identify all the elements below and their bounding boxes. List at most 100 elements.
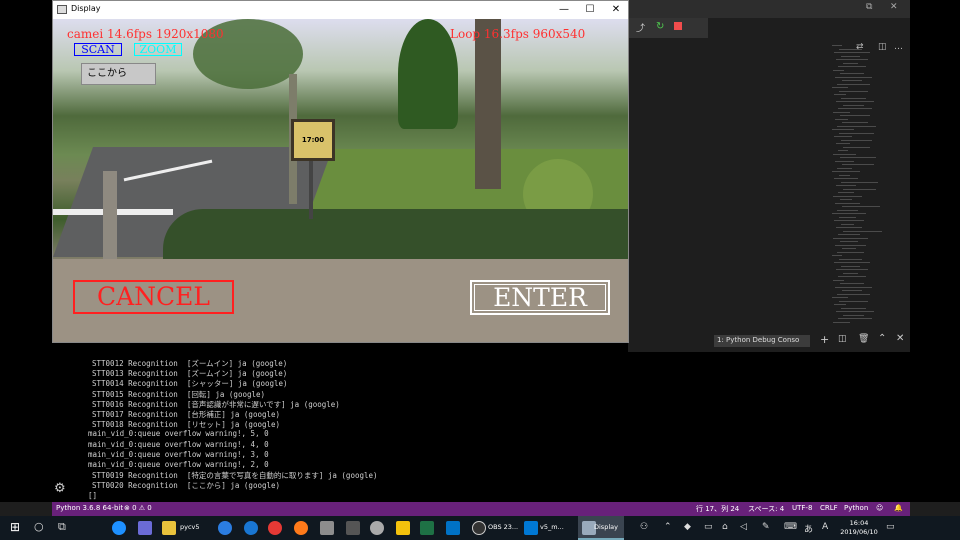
minimap-line (838, 150, 848, 151)
app-icon[interactable] (396, 521, 410, 535)
tree-trunk (475, 19, 501, 189)
minimap-line (839, 300, 868, 302)
restore-icon[interactable]: ⧉ (866, 2, 872, 12)
clock-date: 2019/06/10 (840, 528, 878, 536)
cursor-position[interactable]: 行 17、列 24 (696, 504, 739, 514)
kokokara-button[interactable]: ここから (81, 63, 156, 85)
vscode-icon[interactable] (524, 521, 538, 535)
enter-button[interactable]: ENTER (470, 280, 610, 315)
indentation[interactable]: スペース: 4 (748, 504, 784, 514)
people-icon[interactable]: ⚇ (640, 522, 648, 532)
terminal-line: STT0020 Recognition [ここから] ja (google) (92, 481, 281, 491)
terminal-line: [] (88, 490, 98, 500)
taskbar-obs[interactable]: OBS 23... (488, 523, 518, 531)
zoom-button[interactable]: ZOOM (134, 43, 182, 56)
problems-indicator[interactable]: ⊗ 0 ⚠ 0 (124, 504, 152, 512)
network-icon[interactable]: ⌂ (722, 522, 728, 532)
folder-icon[interactable] (162, 521, 176, 535)
camera-view[interactable]: 17:00 camei 14.6fps 1920x1080 Loop 16.3f… (53, 19, 628, 342)
minimap-line (841, 307, 866, 309)
edge-icon[interactable] (244, 521, 258, 535)
display-window: Display — ☐ ✕ 17:00 camei 14.6fps 1920x1… (52, 0, 629, 343)
minimap-line (837, 293, 870, 295)
minimap-line (836, 59, 868, 60)
smiley-icon[interactable]: ☺ (876, 504, 883, 512)
panel-header: 1: Python Debug Conso + ◫ 🗑 ⌃ ✕ (628, 330, 910, 352)
step-out-icon[interactable]: ⤴ (636, 21, 645, 34)
minimap-line (833, 321, 850, 323)
close-button[interactable]: ✕ (603, 2, 629, 18)
minimize-button[interactable]: — (551, 2, 577, 18)
keyboard-icon[interactable]: ⌨ (784, 522, 797, 532)
app-icon[interactable] (320, 521, 334, 535)
ime-mode-icon[interactable]: A (822, 522, 828, 532)
terminal-line: main_vid_0:queue overflow warning!, 4, 0 (88, 439, 269, 449)
excel-icon[interactable] (420, 521, 434, 535)
display-titlebar[interactable]: Display — ☐ ✕ (53, 1, 628, 19)
bell-icon[interactable]: 🔔 (894, 504, 903, 512)
language-mode[interactable]: Python (844, 504, 868, 512)
scan-button[interactable]: SCAN (74, 43, 122, 56)
minimap-line (843, 314, 864, 316)
tree (398, 19, 458, 129)
minimap-line (842, 164, 874, 165)
maximize-button[interactable]: ☐ (577, 2, 603, 18)
pen-icon[interactable]: ✎ (762, 522, 770, 532)
taskbar-display-active[interactable]: Display (578, 516, 624, 540)
debug-toolbar: ⤴ ↻ (628, 18, 708, 38)
battery-icon[interactable]: ▭ (704, 522, 713, 532)
minimap-line (841, 55, 860, 57)
ie-icon[interactable] (218, 521, 232, 535)
cancel-button[interactable]: CANCEL (73, 280, 234, 314)
task-view-icon[interactable]: ⧉ (58, 520, 66, 534)
taskbar-vscode[interactable]: v5_m... (540, 523, 564, 531)
sign-time: 17:00 (301, 136, 325, 144)
activity-bar (0, 0, 52, 502)
restart-icon[interactable]: ↻ (656, 21, 664, 32)
app-icon[interactable] (346, 521, 360, 535)
app-icon[interactable] (138, 521, 152, 535)
terminal-select[interactable]: 1: Python Debug Conso (714, 335, 810, 347)
minimap-line (837, 167, 852, 169)
trash-icon[interactable]: 🗑 (858, 334, 869, 344)
stop-icon[interactable] (674, 22, 682, 30)
terminal-panel[interactable]: STT0012 Recognition [ズームイン] ja (google) S… (52, 343, 910, 502)
app-icon[interactable] (370, 521, 384, 535)
minimap-line (838, 192, 854, 193)
dropbox-icon[interactable]: ◆ (684, 522, 691, 532)
minimap-line (843, 188, 876, 190)
minimap-line (842, 248, 856, 249)
minimap-line (838, 66, 866, 67)
encoding[interactable]: UTF-8 (792, 504, 812, 512)
taskbar-display: Display (594, 523, 618, 531)
minimap-line (837, 125, 876, 127)
chevron-up-icon[interactable]: ⌃ (878, 333, 886, 344)
ime-icon[interactable]: あ (804, 522, 813, 535)
obs-icon[interactable] (472, 521, 486, 535)
skype-icon[interactable] (112, 521, 126, 535)
chevron-up-icon[interactable]: ⌃ (664, 522, 672, 532)
windows-start-icon[interactable]: ⊞ (10, 520, 20, 534)
minimap-line (841, 265, 860, 267)
minimap-line (839, 48, 862, 50)
minimap-line (832, 297, 848, 298)
minimap-line (840, 199, 852, 200)
minimap[interactable] (826, 45, 904, 330)
app-icon[interactable] (446, 521, 460, 535)
cortana-icon[interactable]: ○ (34, 520, 44, 533)
volume-icon[interactable]: ◁ (740, 522, 747, 532)
split-terminal-icon[interactable]: ◫ (838, 334, 847, 344)
close-icon[interactable]: ✕ (890, 2, 898, 12)
chrome-icon[interactable] (268, 521, 282, 535)
clock[interactable]: 16:04 2019/06/10 (838, 519, 880, 537)
python-interpreter[interactable]: Python 3.6.8 64-bit (56, 504, 123, 512)
eol[interactable]: CRLF (820, 504, 838, 512)
add-terminal-icon[interactable]: + (820, 333, 829, 346)
firefox-icon[interactable] (294, 521, 308, 535)
close-panel-icon[interactable]: ✕ (896, 333, 904, 344)
notification-icon[interactable]: ▭ (886, 522, 895, 532)
display-title: Display (71, 4, 101, 13)
terminal-line: main_vid_0:queue overflow warning!, 3, 0 (88, 449, 269, 459)
taskbar-pycv5[interactable]: pycv5 (180, 523, 200, 531)
gear-icon[interactable]: ⚙ (54, 481, 66, 496)
